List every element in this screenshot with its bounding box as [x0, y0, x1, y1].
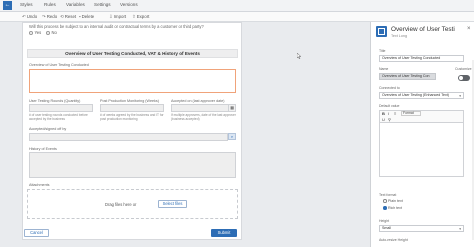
name-input[interactable]: Overview of User Testing Con — [379, 73, 436, 80]
rounds-hint: # of user testing rounds conducted befor… — [29, 113, 88, 121]
import-icon: ⇩ — [109, 13, 113, 19]
tab-settings[interactable]: Settings — [94, 2, 111, 7]
panel-title: Overview of User Testi — [391, 26, 455, 33]
left-gutter — [0, 22, 22, 247]
radio-yes-label: Yes — [34, 30, 42, 35]
drag-files-text: Drag files here or — [105, 202, 137, 207]
default-value-editor[interactable] — [379, 122, 464, 177]
cancel-button[interactable]: Cancel — [24, 229, 49, 237]
format-value: Format — [403, 111, 414, 115]
accepted-by-input[interactable] — [29, 133, 228, 141]
rich-text-radio[interactable]: Rich text — [383, 206, 402, 210]
history-label: History of Events — [29, 147, 57, 151]
radio-no-label: No — [51, 30, 57, 35]
radio-circle-icon — [46, 30, 50, 35]
search-icon[interactable]: ⌕ — [228, 133, 236, 140]
list-icon[interactable]: ≡ — [394, 111, 396, 116]
accepted-date-input[interactable]: ▦ — [171, 104, 236, 112]
undo-button[interactable]: ↶Undo — [22, 14, 37, 20]
undo-label: Undo — [26, 13, 38, 19]
monitoring-input[interactable] — [100, 104, 164, 112]
reset-button[interactable]: ⟲Reset — [60, 14, 76, 20]
height-select[interactable]: Small ▾ — [379, 225, 464, 232]
name-label: Name — [379, 67, 389, 71]
chevron-down-icon: ▾ — [459, 226, 461, 231]
plain-text-radio[interactable]: Plain text — [383, 199, 403, 203]
tab-styles[interactable]: Styles — [20, 2, 33, 7]
text-field-icon — [376, 26, 387, 37]
default-value-label: Default value — [379, 104, 400, 108]
accepted-date-label: Accepted on (last approver date) — [171, 99, 225, 103]
import-button[interactable]: ⇩Import — [109, 14, 126, 20]
redo-label: Redo — [46, 13, 58, 19]
redo-button[interactable]: ↷Redo — [42, 14, 57, 20]
attachments-dropzone[interactable]: Drag files here or Select files — [27, 189, 238, 219]
mouse-cursor-icon — [297, 53, 302, 59]
form-canvas: Will this process be subject to an inter… — [22, 22, 242, 240]
tab-bar: ← Styles Rules Variables Settings Versio… — [0, 0, 474, 12]
plain-text-label: Plain text — [388, 199, 403, 203]
tab-rules[interactable]: Rules — [44, 2, 56, 7]
format-select[interactable]: Format — [401, 111, 421, 116]
radio-yes[interactable]: Yes — [29, 30, 41, 35]
properties-panel: Overview of User Testi Text Long × Title… — [370, 22, 474, 247]
radio-circle-icon — [29, 30, 33, 35]
history-textarea[interactable] — [29, 152, 236, 178]
rich-text-toolbar: B I ≡ Format U ⚲ — [379, 110, 464, 122]
audit-question-text: Will this process be subject to an inter… — [29, 24, 204, 29]
delete-label: Delete — [81, 13, 95, 19]
connected-to-select[interactable]: Overview of User Testing (Enhanced Text)… — [379, 92, 464, 99]
delete-button[interactable]: ▪Delete — [79, 14, 94, 19]
monitoring-hint: # of weeks agreed by the business and IT… — [100, 113, 164, 121]
customize-label: Customize — [455, 67, 472, 71]
canvas-background — [242, 22, 370, 247]
rounds-input[interactable] — [29, 104, 93, 112]
export-button[interactable]: ⇧Export — [132, 14, 149, 20]
monitoring-label: Post Production Monitoring (Weeks) — [100, 99, 159, 103]
tab-variables[interactable]: Variables — [66, 2, 85, 7]
connected-to-value: Overview of User Testing (Enhanced Text) — [382, 93, 449, 97]
form-builder-app: ← Styles Rules Variables Settings Versio… — [0, 0, 474, 247]
radio-circle-icon — [383, 199, 387, 203]
calendar-icon[interactable]: ▦ — [228, 105, 235, 111]
rounds-label: User Testing Rounds (Quantity) — [29, 99, 81, 103]
title-input[interactable]: Overview of User Testing Conducted — [379, 55, 464, 62]
accepted-date-hint: If multiple approvers, date of the last … — [171, 113, 236, 121]
redo-icon: ↷ — [42, 13, 46, 19]
customize-toggle[interactable] — [458, 75, 470, 81]
connected-to-label: Connected to — [379, 86, 400, 90]
height-value: Small — [382, 226, 391, 230]
overview-label: Overview of User Testing Conducted — [29, 63, 89, 67]
reset-label: Reset — [64, 13, 77, 19]
radio-selected-icon — [383, 206, 387, 210]
section-title: Overview of User Testing Conducted, VAT … — [27, 49, 238, 58]
attachments-label: Attachments — [29, 183, 50, 187]
reset-icon: ⟲ — [60, 13, 64, 19]
radio-no[interactable]: No — [46, 30, 57, 35]
submit-button[interactable]: Submit — [211, 229, 237, 237]
title-label: Title — [379, 49, 386, 53]
import-label: Import — [113, 13, 127, 19]
undo-icon: ↶ — [22, 13, 26, 19]
rich-text-label: Rich text — [388, 206, 402, 210]
text-format-label: Text format — [379, 193, 397, 197]
italic-icon[interactable]: I — [388, 111, 389, 116]
panel-subtitle: Text Long — [391, 34, 407, 38]
back-arrow-icon[interactable]: ← — [3, 1, 12, 10]
chevron-down-icon: ▾ — [459, 93, 461, 98]
tab-versions[interactable]: Versions — [120, 2, 138, 7]
close-icon[interactable]: × — [467, 26, 471, 32]
height-label: Height — [379, 219, 390, 223]
accepted-by-label: Accepted/signed off by — [29, 127, 67, 131]
export-icon: ⇧ — [132, 13, 136, 19]
select-files-button[interactable]: Select files — [158, 200, 187, 208]
editor-toolbar: ↶Undo ↷Redo ⟲Reset ▪Delete ⇩Import ⇧Expo… — [0, 12, 474, 22]
overview-textarea[interactable] — [29, 69, 236, 93]
bold-icon[interactable]: B — [382, 111, 385, 116]
export-label: Export — [136, 13, 150, 19]
auto-resize-label: Auto-resize Height — [379, 238, 408, 242]
trash-icon: ▪ — [79, 13, 81, 19]
